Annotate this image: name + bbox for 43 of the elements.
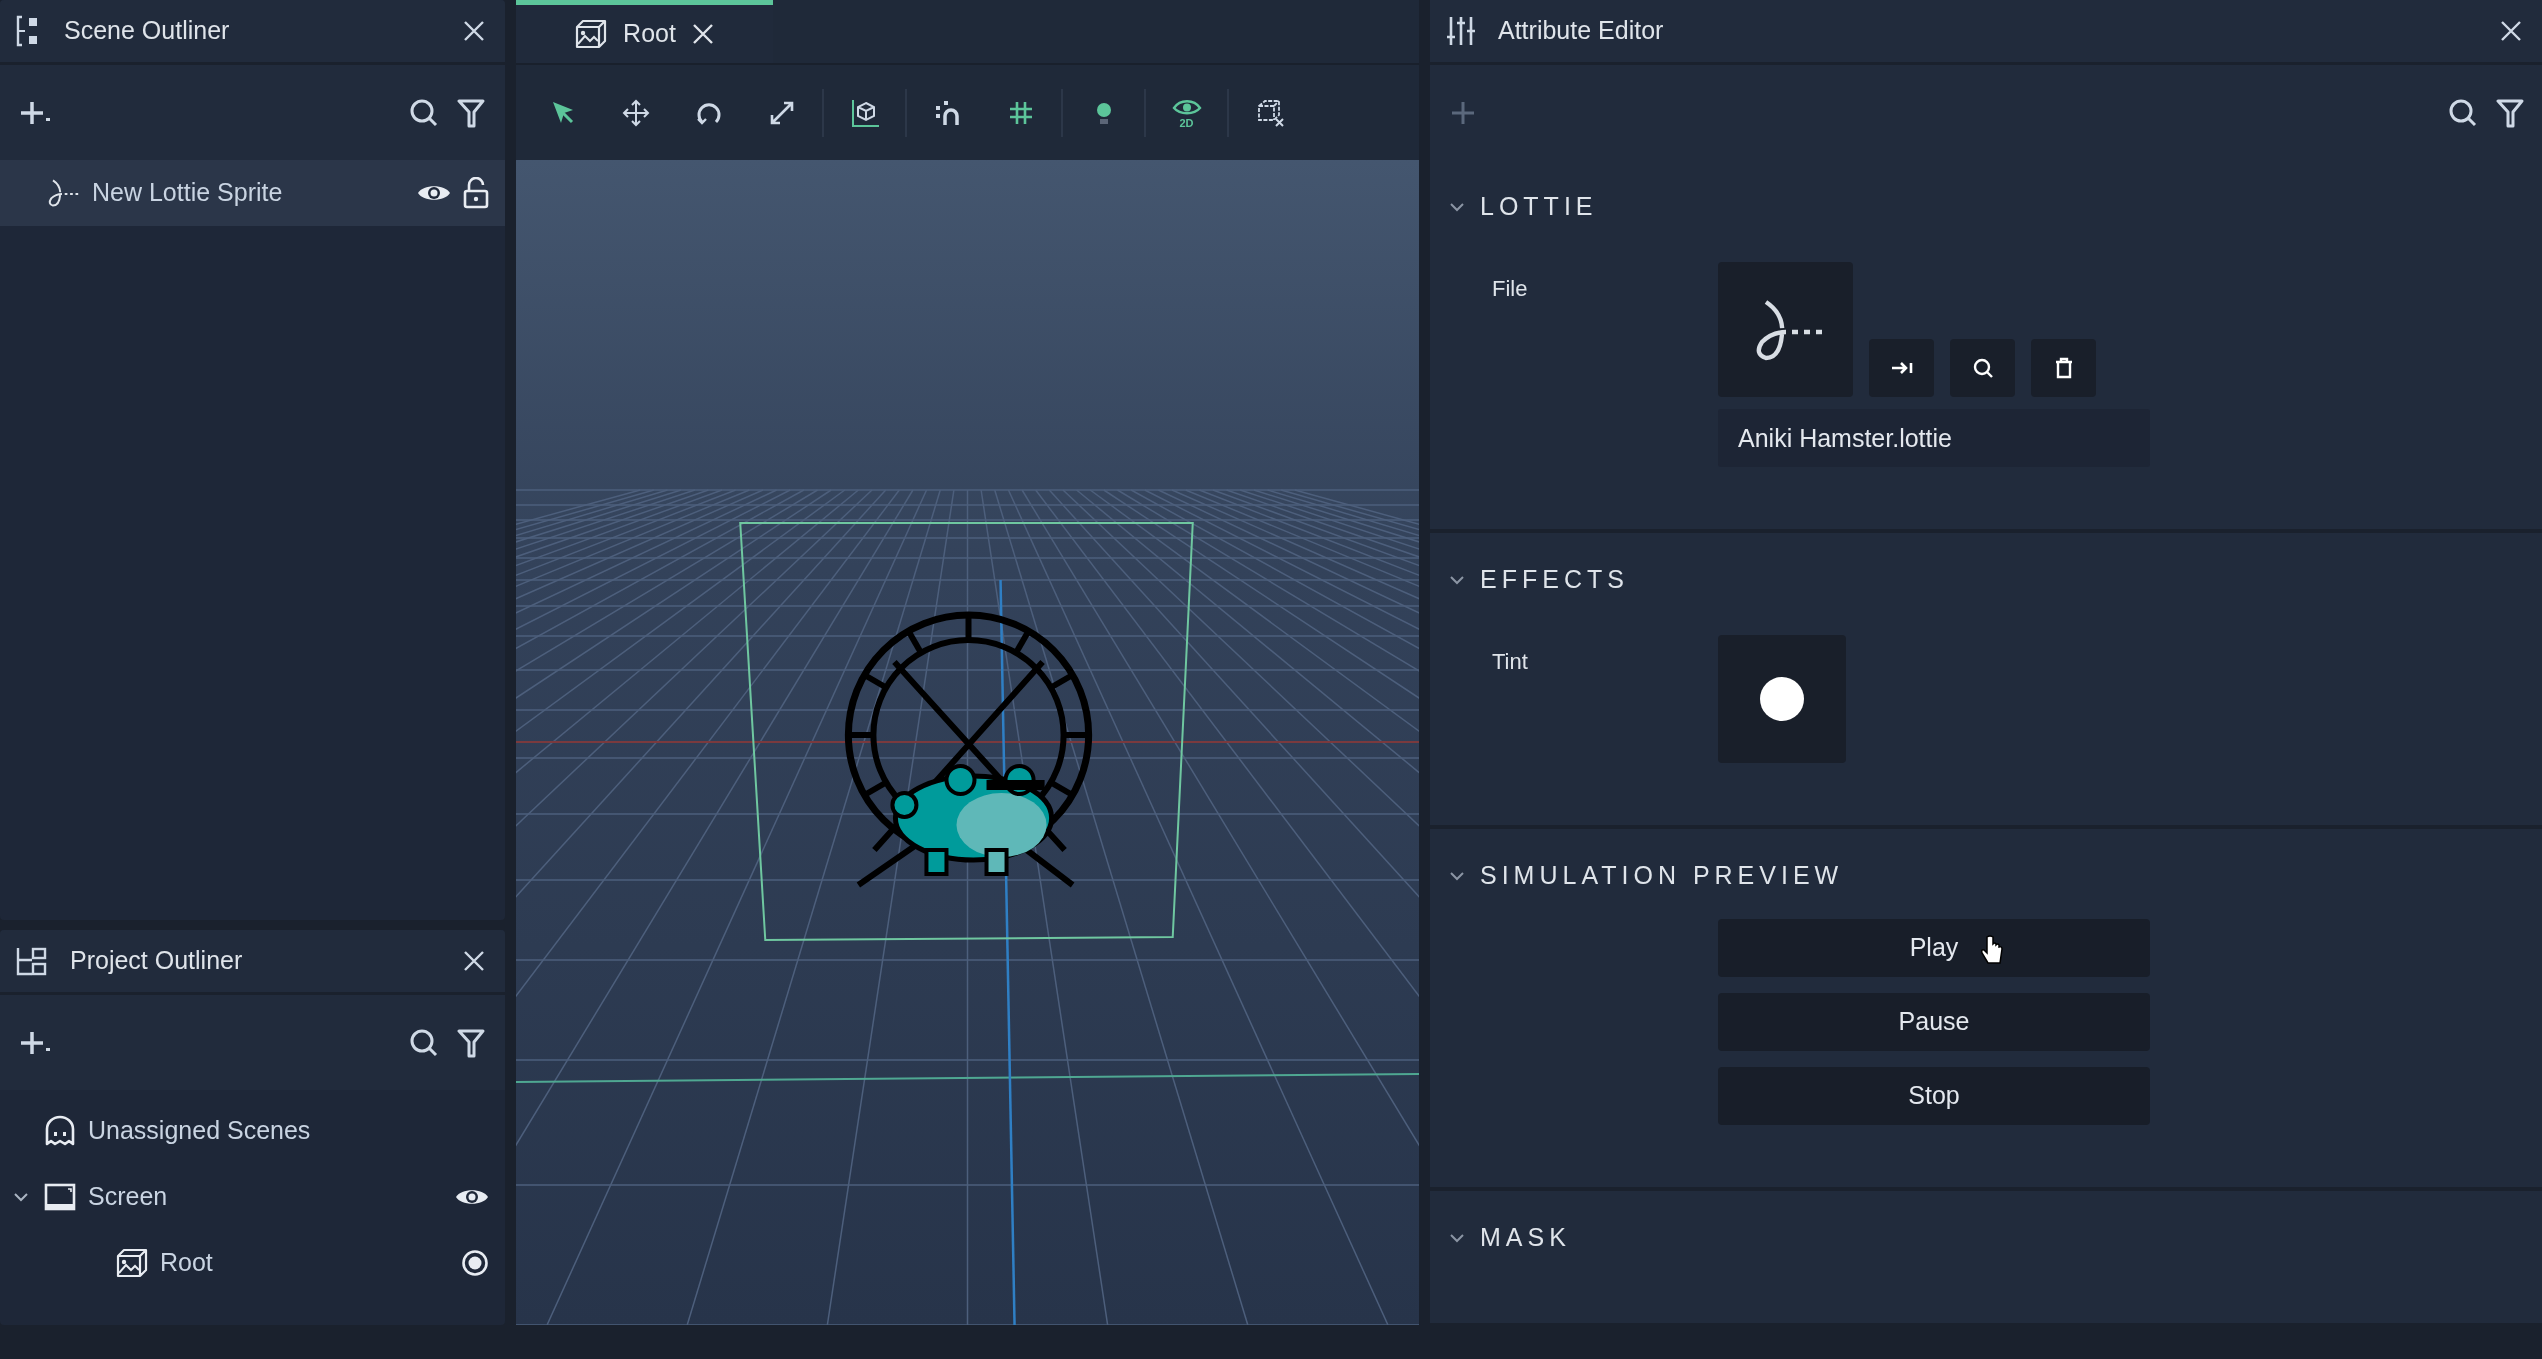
ghost-icon bbox=[44, 1115, 76, 1147]
close-icon[interactable] bbox=[691, 23, 714, 45]
picture-box-icon bbox=[116, 1248, 148, 1278]
file-name-field[interactable]: Aniki Hamster.lottie bbox=[1718, 409, 2150, 467]
radio-dot-icon[interactable] bbox=[461, 1249, 489, 1277]
filter-icon[interactable] bbox=[2496, 97, 2524, 128]
preview-button[interactable]: Stop bbox=[1718, 1067, 2150, 1125]
filter-icon[interactable] bbox=[457, 97, 485, 128]
search-icon[interactable] bbox=[409, 1027, 439, 1058]
color-swatch[interactable] bbox=[1718, 635, 1846, 763]
panel-title: Project Outliner bbox=[70, 945, 244, 977]
outliner-row[interactable]: New Lottie Sprite bbox=[0, 160, 505, 226]
hierarchy-icon bbox=[16, 946, 48, 976]
section-title: MASK bbox=[1480, 1222, 1571, 1254]
field-label: File bbox=[1492, 275, 1529, 303]
search-icon[interactable] bbox=[409, 97, 439, 128]
picture-box-icon bbox=[575, 19, 608, 49]
hamster-wheel-drawing[interactable] bbox=[844, 611, 1093, 888]
file-thumbnail[interactable] bbox=[1718, 262, 1853, 397]
outliner-row[interactable]: Root bbox=[0, 1230, 505, 1296]
cube-axes-icon[interactable] bbox=[849, 97, 880, 128]
filter-icon[interactable] bbox=[457, 1027, 485, 1058]
outliner-row[interactable]: Screen bbox=[0, 1164, 505, 1230]
section-title: SIMULATION PREVIEW bbox=[1480, 860, 1844, 892]
search-icon[interactable] bbox=[2448, 97, 2478, 128]
preview-button[interactable]: Pause bbox=[1718, 993, 2150, 1051]
panel-title: Attribute Editor bbox=[1498, 15, 1665, 47]
close-icon[interactable] bbox=[2500, 20, 2522, 42]
bounding-frame[interactable] bbox=[739, 522, 1194, 941]
panel-title: Scene Outliner bbox=[64, 15, 231, 47]
close-icon[interactable] bbox=[463, 950, 485, 972]
sliders-icon bbox=[1446, 15, 1476, 47]
section-title: LOTTIE bbox=[1480, 191, 1598, 223]
preview-button[interactable]: Play bbox=[1718, 919, 2150, 977]
view-2d-toggle[interactable]: 2D bbox=[1150, 82, 1223, 143]
section-title: EFFECTS bbox=[1480, 564, 1629, 596]
close-icon[interactable] bbox=[463, 20, 485, 42]
padlock-icon[interactable] bbox=[463, 177, 489, 209]
hand-cursor-icon bbox=[1980, 935, 2004, 967]
move-arrows-icon[interactable] bbox=[620, 97, 651, 128]
monitor-icon bbox=[44, 1183, 76, 1211]
outliner-row[interactable]: Unassigned Scenes bbox=[0, 1098, 505, 1164]
field-label: Tint bbox=[1492, 648, 1529, 676]
